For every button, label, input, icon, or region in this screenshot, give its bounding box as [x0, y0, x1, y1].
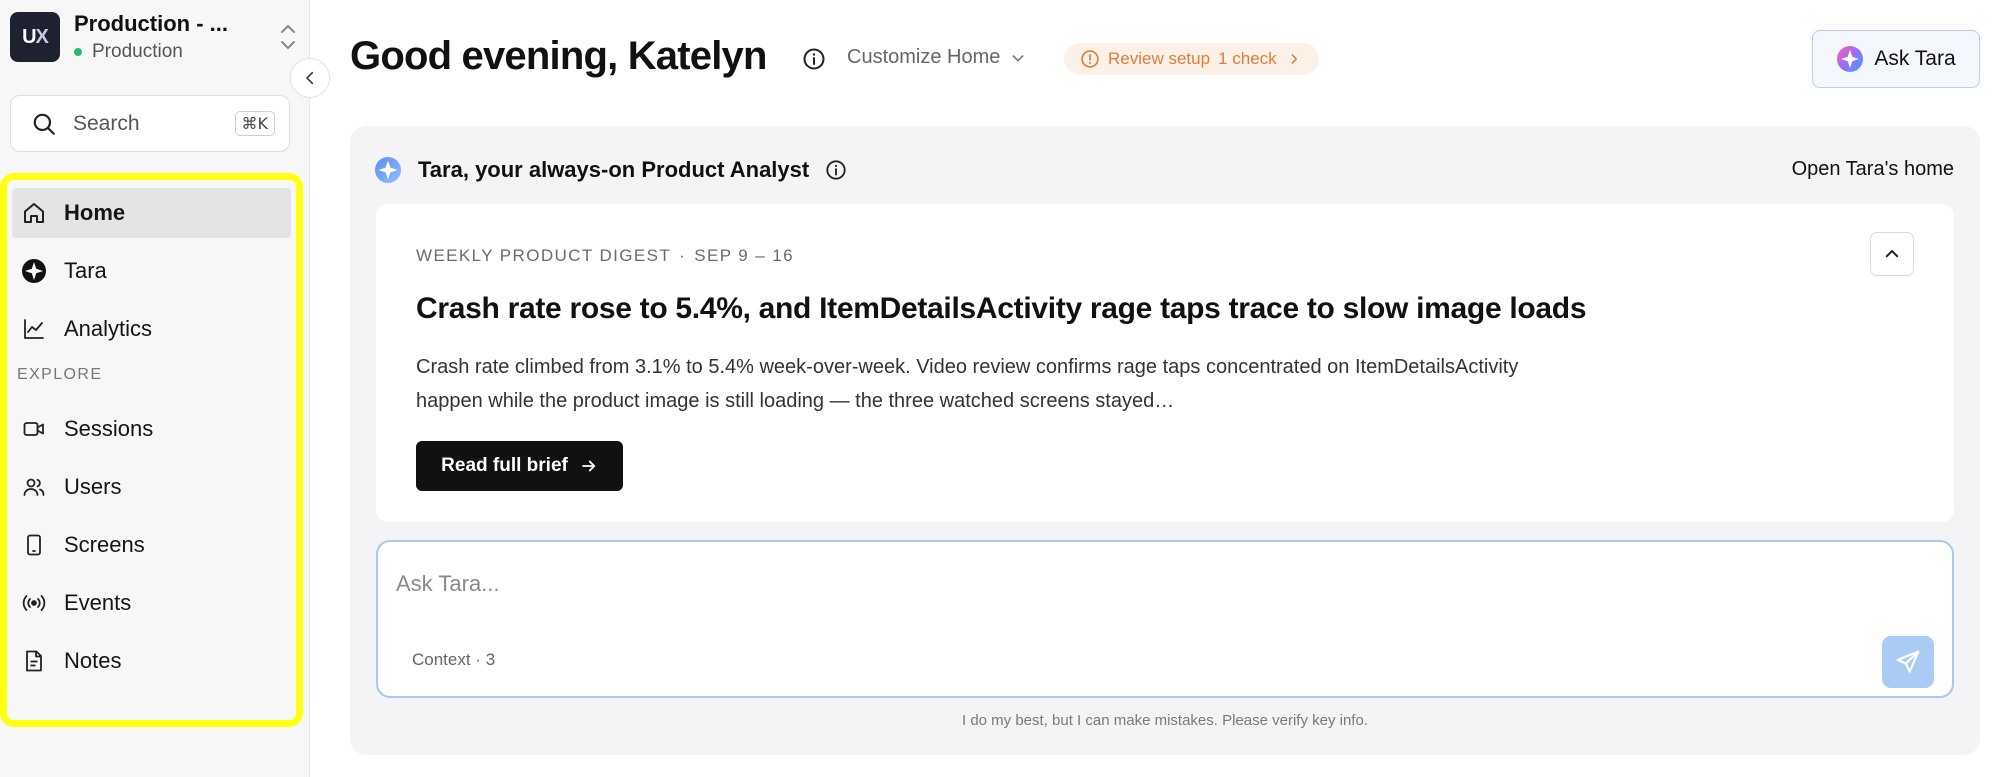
nav-label-home: Home: [64, 200, 126, 225]
analytics-icon: [20, 315, 48, 343]
digest-summary: Crash rate climbed from 3.1% to 5.4% wee…: [416, 356, 1519, 412]
ask-tara-composer: Context · 3: [376, 540, 1954, 698]
main-navigation: Home Tara Analytics EXPLORE Sessions Use…: [0, 173, 303, 727]
environment-label: Production: [92, 41, 183, 62]
tara-panel-header: Tara, your always-on Product Analyst: [374, 156, 847, 184]
environment-status-dot: [74, 48, 82, 56]
arrow-right-icon: [581, 460, 595, 472]
weekly-digest-card: WEEKLY PRODUCT DIGEST · SEP 9 – 16 Crash…: [376, 204, 1954, 522]
nav-label-events: Events: [64, 590, 132, 615]
info-icon[interactable]: [802, 47, 826, 71]
workspace-logo: UX: [10, 12, 60, 62]
broadcast-icon: [20, 589, 48, 617]
sidebar: UX Production - ... Production Search ⌘K…: [0, 0, 310, 777]
nav-item-home[interactable]: Home: [12, 188, 291, 238]
info-icon[interactable]: [825, 159, 847, 181]
workspace-switcher[interactable]: UX Production - ... Production: [10, 11, 300, 63]
nav-section-explore: EXPLORE: [17, 366, 103, 383]
nav-item-screens[interactable]: Screens: [12, 520, 291, 570]
nav-item-analytics[interactable]: Analytics: [12, 304, 291, 354]
context-indicator[interactable]: Context · 3: [412, 650, 495, 670]
send-button[interactable]: [1882, 636, 1934, 688]
users-icon: [20, 473, 48, 501]
nav-item-events[interactable]: Events: [12, 578, 291, 628]
collapse-digest-button[interactable]: [1870, 232, 1914, 276]
review-check-count: 1 check: [1218, 49, 1277, 68]
ask-tara-button[interactable]: Ask Tara: [1812, 30, 1980, 88]
digest-meta: WEEKLY PRODUCT DIGEST · SEP 9 – 16: [416, 246, 794, 266]
search-box[interactable]: Search ⌘K: [10, 95, 290, 152]
nav-item-tara[interactable]: Tara: [12, 246, 291, 296]
read-full-brief-label: Read full brief: [441, 455, 568, 476]
open-tara-home-link[interactable]: Open Tara's home: [1792, 158, 1954, 181]
nav-item-notes[interactable]: Notes: [12, 636, 291, 686]
phone-icon: [20, 531, 48, 559]
tara-icon: [20, 257, 48, 285]
disclaimer-text: I do my best, but I can make mistakes. P…: [961, 712, 1368, 729]
warning-circle-icon: [1081, 50, 1099, 68]
tara-sparkle-icon: [1837, 46, 1864, 72]
workspace-name: Production - ...: [74, 11, 228, 36]
search-shortcut: ⌘K: [234, 111, 275, 136]
send-icon: [1896, 650, 1920, 673]
home-icon: [20, 199, 48, 227]
ask-tara-label: Ask Tara: [1874, 47, 1956, 70]
digest-category: WEEKLY PRODUCT DIGEST: [416, 246, 672, 265]
ask-tara-input[interactable]: [396, 564, 1796, 604]
page-title: Good evening, Katelyn: [350, 34, 767, 78]
workspace-info: Production - ... Production: [74, 11, 276, 63]
nav-label-users: Users: [64, 474, 122, 499]
review-setup-label: Review setup: [1108, 49, 1211, 68]
logo-letter-u: U: [22, 25, 36, 48]
chevron-right-icon: [1291, 54, 1297, 64]
customize-home-dropdown[interactable]: Customize Home: [847, 46, 1026, 69]
logo-letter-x: X: [35, 25, 49, 48]
digest-separator: ·: [679, 246, 687, 265]
nav-item-users[interactable]: Users: [12, 462, 291, 512]
nav-label-tara: Tara: [64, 258, 107, 283]
review-setup-badge[interactable]: Review setup 1 check: [1064, 43, 1319, 75]
digest-date-range: SEP 9 – 16: [694, 246, 794, 265]
chevron-up-icon: [1885, 250, 1899, 258]
nav-label-analytics: Analytics: [64, 316, 153, 341]
collapse-sidebar-button[interactable]: [290, 58, 330, 98]
note-icon: [20, 647, 48, 675]
nav-item-sessions[interactable]: Sessions: [12, 404, 291, 454]
chevron-up-down-icon[interactable]: [276, 20, 300, 54]
nav-label-screens: Screens: [64, 532, 145, 557]
read-full-brief-button[interactable]: Read full brief: [416, 441, 623, 491]
digest-title: Crash rate rose to 5.4%, and ItemDetails…: [416, 292, 1587, 325]
workspace-environment: Production: [74, 41, 276, 63]
search-icon: [33, 113, 55, 135]
chevron-left-icon: [306, 71, 314, 85]
nav-label-notes: Notes: [64, 648, 122, 673]
tara-panel: Tara, your always-on Product Analyst Ope…: [350, 126, 1980, 755]
customize-home-label: Customize Home: [847, 46, 1001, 68]
search-label: Search: [73, 111, 140, 135]
nav-label-sessions: Sessions: [64, 416, 154, 441]
video-icon: [20, 415, 48, 443]
tara-panel-title: Tara, your always-on Product Analyst: [418, 157, 810, 182]
chevron-down-icon: [1012, 54, 1024, 61]
tara-spark-icon: [375, 157, 401, 183]
